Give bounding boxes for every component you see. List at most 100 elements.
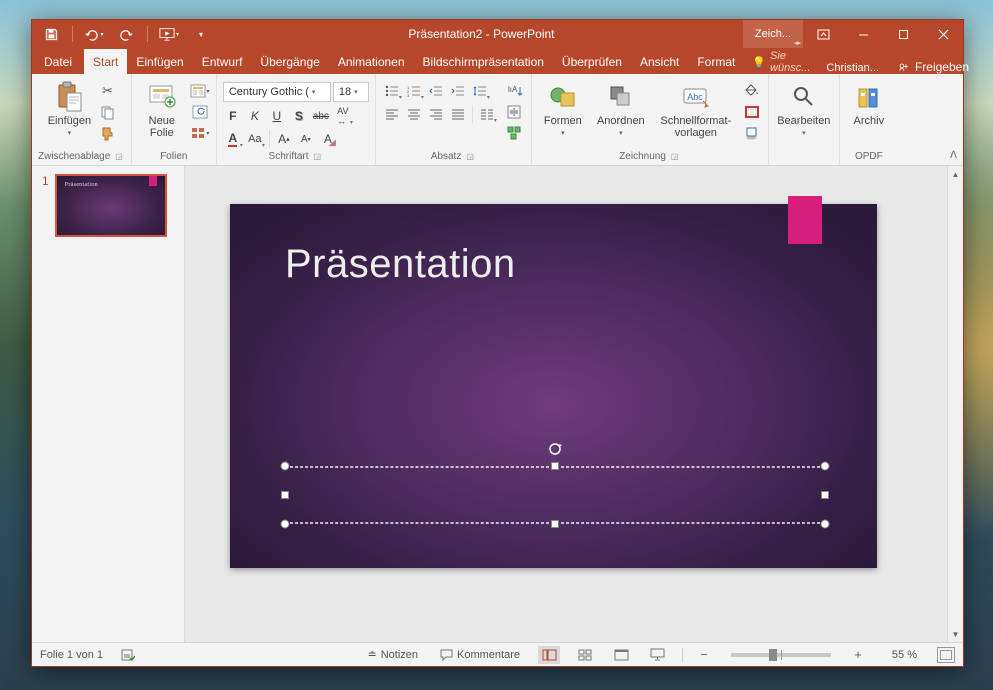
drawing-launcher-icon[interactable]: ◲ bbox=[669, 150, 681, 164]
zoom-slider-thumb[interactable] bbox=[769, 649, 777, 661]
justify-button[interactable] bbox=[448, 104, 468, 124]
close-button[interactable] bbox=[923, 20, 963, 48]
tab-view[interactable]: Ansicht bbox=[631, 49, 688, 74]
notes-button[interactable]: ≐ Notizen bbox=[364, 646, 423, 663]
handle-w[interactable] bbox=[281, 491, 289, 499]
quick-styles-button[interactable]: Abc Schnellformat- vorlagen bbox=[654, 79, 738, 147]
normal-view-icon[interactable] bbox=[538, 646, 560, 664]
shape-effects-button[interactable] bbox=[742, 124, 762, 142]
change-case-button[interactable]: Aa bbox=[245, 129, 265, 149]
scroll-down-icon[interactable]: ▼ bbox=[948, 626, 963, 642]
strikethrough-button[interactable]: abc bbox=[311, 106, 331, 126]
sorter-view-icon[interactable] bbox=[574, 646, 596, 664]
align-right-button[interactable] bbox=[426, 104, 446, 124]
slide-thumbnails-panel[interactable]: 1 Präsentation bbox=[32, 166, 185, 642]
text-shadow-button[interactable]: S bbox=[289, 106, 309, 126]
handle-nw[interactable] bbox=[281, 462, 290, 471]
handle-sw[interactable] bbox=[281, 520, 290, 529]
minimize-button[interactable] bbox=[843, 20, 883, 48]
slide-layout-icon[interactable]: ▾ bbox=[190, 82, 210, 100]
collapse-ribbon-icon[interactable]: ᐱ bbox=[950, 150, 957, 161]
tab-review[interactable]: Überprüfen bbox=[553, 49, 631, 74]
reset-slide-icon[interactable] bbox=[190, 103, 210, 121]
decrease-indent-button[interactable] bbox=[426, 81, 446, 101]
char-spacing-button[interactable]: AV↔ bbox=[333, 106, 353, 126]
thumbnail-1[interactable]: 1 Präsentation bbox=[42, 174, 174, 237]
cut-icon[interactable]: ✂ bbox=[97, 82, 117, 100]
font-launcher-icon[interactable]: ◲ bbox=[312, 150, 324, 164]
zoom-level[interactable]: 55 % bbox=[879, 649, 917, 661]
handle-s[interactable] bbox=[551, 520, 559, 528]
paste-button[interactable]: Einfügen ▾ bbox=[45, 79, 93, 147]
tab-start[interactable]: Start bbox=[84, 49, 127, 74]
reading-view-icon[interactable] bbox=[610, 646, 632, 664]
align-left-button[interactable] bbox=[382, 104, 402, 124]
contextual-tab-label[interactable]: Zeich... bbox=[743, 20, 803, 48]
fit-to-window-icon[interactable] bbox=[937, 647, 955, 663]
archive-button[interactable]: Archiv bbox=[846, 79, 892, 147]
ribbon-display-options-icon[interactable] bbox=[803, 20, 843, 48]
qat-customize-icon[interactable]: ▾ bbox=[190, 23, 212, 45]
slide-title-text[interactable]: Präsentation bbox=[285, 242, 516, 287]
font-color-button[interactable]: A bbox=[223, 129, 243, 149]
italic-button[interactable]: K bbox=[245, 106, 265, 126]
thumbnail-preview[interactable]: Präsentation bbox=[55, 174, 167, 237]
tab-design[interactable]: Entwurf bbox=[193, 49, 252, 74]
tell-me-search[interactable]: 💡Sie wünsc... bbox=[744, 50, 818, 74]
line-spacing-button[interactable] bbox=[470, 81, 490, 101]
format-painter-icon[interactable] bbox=[97, 124, 117, 142]
tab-format[interactable]: Format bbox=[688, 49, 744, 74]
scroll-up-icon[interactable]: ▲ bbox=[948, 166, 963, 182]
underline-button[interactable]: U bbox=[267, 106, 287, 126]
spellcheck-status-icon[interactable] bbox=[117, 646, 139, 664]
bullets-button[interactable] bbox=[382, 81, 402, 101]
slide-editor[interactable]: Präsentation ▲ ▼ bbox=[185, 166, 963, 642]
undo-icon[interactable]: ▾ bbox=[83, 23, 105, 45]
tab-insert[interactable]: Einfügen bbox=[127, 49, 192, 74]
shape-outline-button[interactable] bbox=[742, 103, 762, 121]
slideshow-start-icon[interactable]: ▾ bbox=[158, 23, 180, 45]
zoom-in-button[interactable]: + bbox=[851, 647, 865, 662]
comments-button[interactable]: Kommentare bbox=[436, 647, 524, 663]
align-text-button[interactable] bbox=[505, 103, 525, 121]
tab-animations[interactable]: Animationen bbox=[329, 49, 414, 74]
shrink-font-button[interactable]: A▾ bbox=[296, 129, 316, 149]
handle-se[interactable] bbox=[821, 520, 830, 529]
tab-slideshow[interactable]: Bildschirmpräsentation bbox=[414, 49, 553, 74]
subtitle-placeholder-selection[interactable] bbox=[285, 466, 825, 524]
shape-fill-button[interactable] bbox=[742, 82, 762, 100]
handle-ne[interactable] bbox=[821, 462, 830, 471]
tab-transitions[interactable]: Übergänge bbox=[251, 49, 328, 74]
smartart-convert-button[interactable] bbox=[505, 124, 525, 142]
arrange-button[interactable]: Anordnen▾ bbox=[592, 79, 650, 147]
shapes-button[interactable]: Formen▾ bbox=[538, 79, 588, 147]
text-direction-button[interactable]: lıA bbox=[505, 82, 525, 100]
font-size-combo[interactable]: 18▾ bbox=[333, 82, 369, 102]
section-icon[interactable]: ▾ bbox=[190, 124, 210, 142]
vertical-scrollbar[interactable]: ▲ ▼ bbox=[947, 166, 963, 642]
font-name-combo[interactable]: Century Gothic (▾ bbox=[223, 82, 331, 102]
increase-indent-button[interactable] bbox=[448, 81, 468, 101]
bold-button[interactable]: F bbox=[223, 106, 243, 126]
maximize-button[interactable] bbox=[883, 20, 923, 48]
slide-canvas[interactable]: Präsentation bbox=[230, 204, 877, 568]
columns-button[interactable] bbox=[477, 104, 497, 124]
numbering-button[interactable]: 123 bbox=[404, 81, 424, 101]
rotation-handle[interactable] bbox=[548, 442, 562, 456]
save-icon[interactable] bbox=[40, 23, 62, 45]
slide-counter[interactable]: Folie 1 von 1 bbox=[40, 649, 103, 661]
copy-icon[interactable] bbox=[97, 103, 117, 121]
align-center-button[interactable] bbox=[404, 104, 424, 124]
redo-icon[interactable] bbox=[115, 23, 137, 45]
handle-e[interactable] bbox=[821, 491, 829, 499]
handle-n[interactable] bbox=[551, 462, 559, 470]
clipboard-launcher-icon[interactable]: ◲ bbox=[113, 150, 125, 164]
zoom-slider[interactable] bbox=[731, 653, 831, 657]
paragraph-launcher-icon[interactable]: ◲ bbox=[464, 150, 476, 164]
clear-formatting-button[interactable]: A◢ bbox=[318, 129, 338, 149]
zoom-out-button[interactable]: − bbox=[697, 647, 711, 662]
tab-file[interactable]: Datei bbox=[32, 49, 84, 74]
grow-font-button[interactable]: A▴ bbox=[274, 129, 294, 149]
new-slide-button[interactable]: Neue Folie bbox=[138, 79, 186, 147]
share-button[interactable]: Freigeben bbox=[887, 60, 979, 74]
